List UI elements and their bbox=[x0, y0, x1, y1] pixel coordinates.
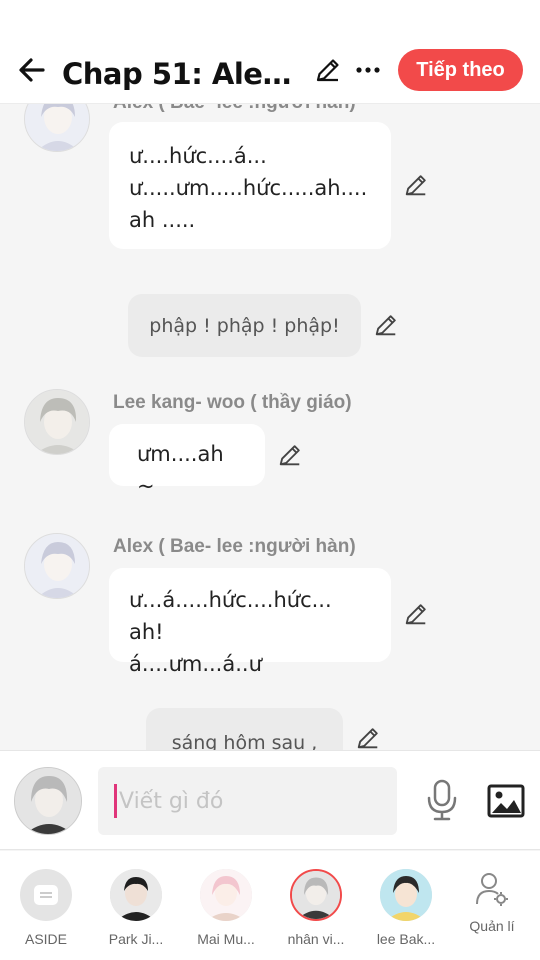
character-label: ASIDE bbox=[24, 931, 67, 947]
character-avatar bbox=[200, 869, 252, 921]
character-lee-bak[interactable]: lee Bak... bbox=[366, 869, 446, 947]
character-avatar-alex[interactable] bbox=[24, 533, 90, 599]
speaker-name: Alex ( Bae- lee :người hàn) bbox=[113, 536, 356, 557]
character-mai-mu[interactable]: Mai Mu... bbox=[186, 869, 266, 947]
aside-icon bbox=[20, 869, 72, 921]
character-label: Quản lí bbox=[469, 918, 515, 934]
character-label: nhân vi... bbox=[287, 931, 345, 947]
character-label: Mai Mu... bbox=[197, 931, 255, 947]
text-cursor bbox=[114, 784, 117, 818]
narration-bubble[interactable]: phập ! phập ! phập! bbox=[128, 294, 361, 357]
more-horizontal-icon bbox=[356, 67, 380, 73]
character-avatar-alex[interactable] bbox=[24, 104, 90, 152]
character-avatar-lee-kang-woo[interactable] bbox=[24, 389, 90, 455]
speaker-name: Lee kang- woo ( thầy giáo) bbox=[113, 392, 352, 413]
message-bubble[interactable]: ư...á.....hức....hức... ah! á....ưm...á.… bbox=[109, 568, 391, 676]
pencil-icon bbox=[405, 175, 426, 196]
microphone-icon bbox=[427, 779, 457, 821]
edit-title-button[interactable] bbox=[312, 54, 344, 86]
edit-message-button[interactable] bbox=[276, 441, 304, 469]
chat-area[interactable]: Alex ( Bae- lee :người hàn) ư....hức....… bbox=[0, 104, 540, 750]
character-avatar-selected bbox=[290, 869, 342, 921]
pencil-icon bbox=[279, 445, 300, 466]
edit-message-button[interactable] bbox=[402, 171, 430, 199]
image-icon bbox=[487, 784, 525, 818]
character-label: Park Ji... bbox=[108, 931, 164, 947]
character-aside[interactable]: ASIDE bbox=[6, 869, 86, 947]
edit-message-button[interactable] bbox=[354, 724, 382, 750]
pencil-icon bbox=[316, 59, 339, 82]
character-label: lee Bak... bbox=[376, 931, 436, 947]
message-bubble[interactable]: ư....hức....á... ư.....ưm.....hức.....ah… bbox=[109, 122, 391, 249]
character-avatar bbox=[380, 869, 432, 921]
character-selector: ASIDE Park Ji... Mai Mu... nhân vi... le… bbox=[0, 851, 540, 960]
composer-bar: Viết gì đó bbox=[0, 750, 540, 850]
edit-message-button[interactable] bbox=[402, 600, 430, 628]
chapter-title[interactable]: Chap 51: Alex v... bbox=[62, 54, 306, 94]
top-bar: Chap 51: Alex v... Tiếp theo bbox=[0, 0, 540, 104]
edit-message-button[interactable] bbox=[372, 311, 400, 339]
narration-bubble[interactable]: sáng hôm sau , bbox=[146, 708, 343, 750]
microphone-button[interactable] bbox=[422, 777, 462, 823]
message-input[interactable]: Viết gì đó bbox=[98, 767, 397, 835]
character-nhan-vien[interactable]: nhân vi... bbox=[276, 869, 356, 947]
manage-characters-button[interactable]: Quản lí bbox=[452, 871, 532, 934]
insert-image-button[interactable] bbox=[486, 781, 526, 821]
back-button[interactable] bbox=[14, 52, 50, 88]
user-settings-icon bbox=[476, 873, 508, 906]
pencil-icon bbox=[405, 604, 426, 625]
next-chapter-button[interactable]: Tiếp theo bbox=[398, 49, 523, 91]
message-input-placeholder: Viết gì đó bbox=[119, 788, 224, 814]
message-bubble[interactable]: ưm....ah ~ bbox=[109, 424, 265, 498]
arrow-left-icon bbox=[19, 58, 45, 82]
speaker-name: Alex ( Bae- lee :người hàn) bbox=[113, 104, 356, 114]
pencil-icon bbox=[357, 728, 378, 749]
more-options-button[interactable] bbox=[352, 54, 384, 86]
character-avatar bbox=[110, 869, 162, 921]
character-park-ji[interactable]: Park Ji... bbox=[96, 869, 176, 947]
pencil-icon bbox=[375, 315, 396, 336]
selected-character-avatar[interactable] bbox=[14, 767, 82, 835]
